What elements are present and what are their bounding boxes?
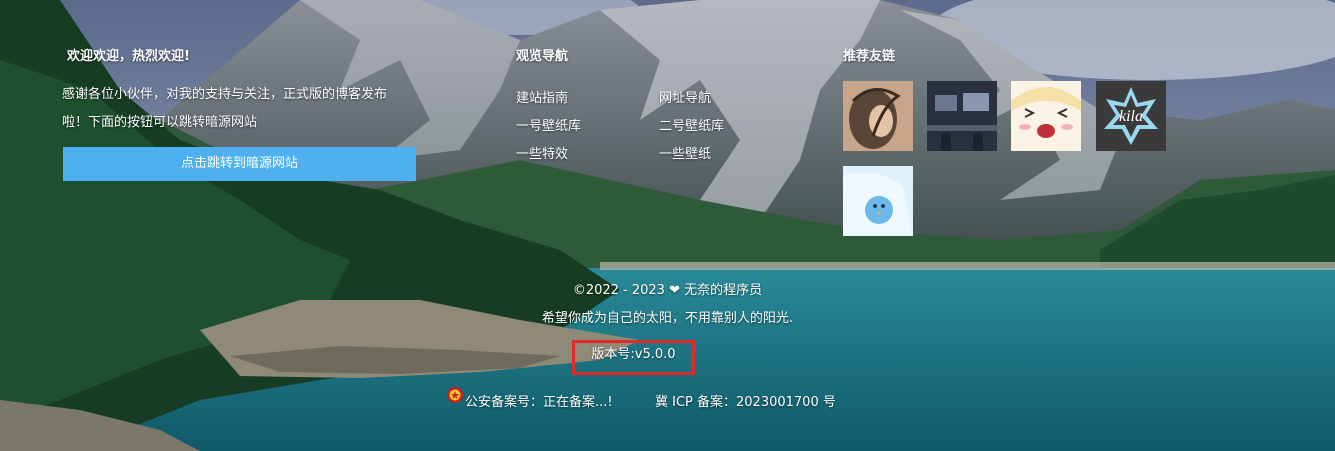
nav-link-url-navigation[interactable]: 网址导航	[659, 87, 711, 106]
welcome-title: 欢迎欢迎，热烈欢迎!	[67, 49, 190, 64]
heart-icon: ❤	[669, 283, 680, 298]
copyright-line: ©2022 - 2023 ❤ 无奈的程序员	[0, 279, 1335, 298]
nav-link-wallpapers[interactable]: 一些壁纸	[659, 143, 711, 162]
nav-link-wallpaper-2[interactable]: 二号壁纸库	[659, 115, 724, 134]
motto-text: 希望你成为自己的太阳，不用靠别人的阳光.	[541, 311, 794, 326]
friends-title: 推荐友链	[843, 49, 896, 64]
friend-avatar-desk[interactable]	[927, 81, 997, 151]
friend-avatar-bird[interactable]	[843, 166, 913, 236]
background-landscape	[0, 0, 1335, 451]
kila-logo-text: kila	[1119, 108, 1143, 125]
version-label: 版本号:v5.0.0	[591, 347, 676, 362]
friend-avatar-kila[interactable]: kila	[1096, 81, 1166, 151]
nav-title: 观览导航	[516, 49, 569, 64]
police-record[interactable]: 公安备案号：正在备案...!	[465, 391, 613, 410]
friend-avatar-portrait[interactable]	[843, 81, 913, 151]
jump-to-anyuan-button[interactable]: 点击跳转到暗源网站	[63, 147, 416, 181]
copyright-years: ©2022 - 2023	[572, 283, 665, 298]
nav-link-wallpaper-1[interactable]: 一号壁纸库	[516, 115, 581, 134]
friend-avatar-anime[interactable]	[1011, 81, 1081, 151]
police-badge-icon	[446, 386, 464, 404]
author-name[interactable]: 无奈的程序员	[684, 283, 762, 298]
icp-record[interactable]: 冀 ICP 备案：2023001700 号	[655, 391, 836, 410]
nav-link-effects[interactable]: 一些特效	[516, 143, 568, 162]
welcome-text-line-2: 啦！下面的按钮可以跳转暗源网站	[62, 115, 258, 130]
welcome-text-line-1: 感谢各位小伙伴，对我的支持与关注，正式版的博客发布	[62, 87, 388, 102]
nav-link-site-guide[interactable]: 建站指南	[516, 87, 568, 106]
